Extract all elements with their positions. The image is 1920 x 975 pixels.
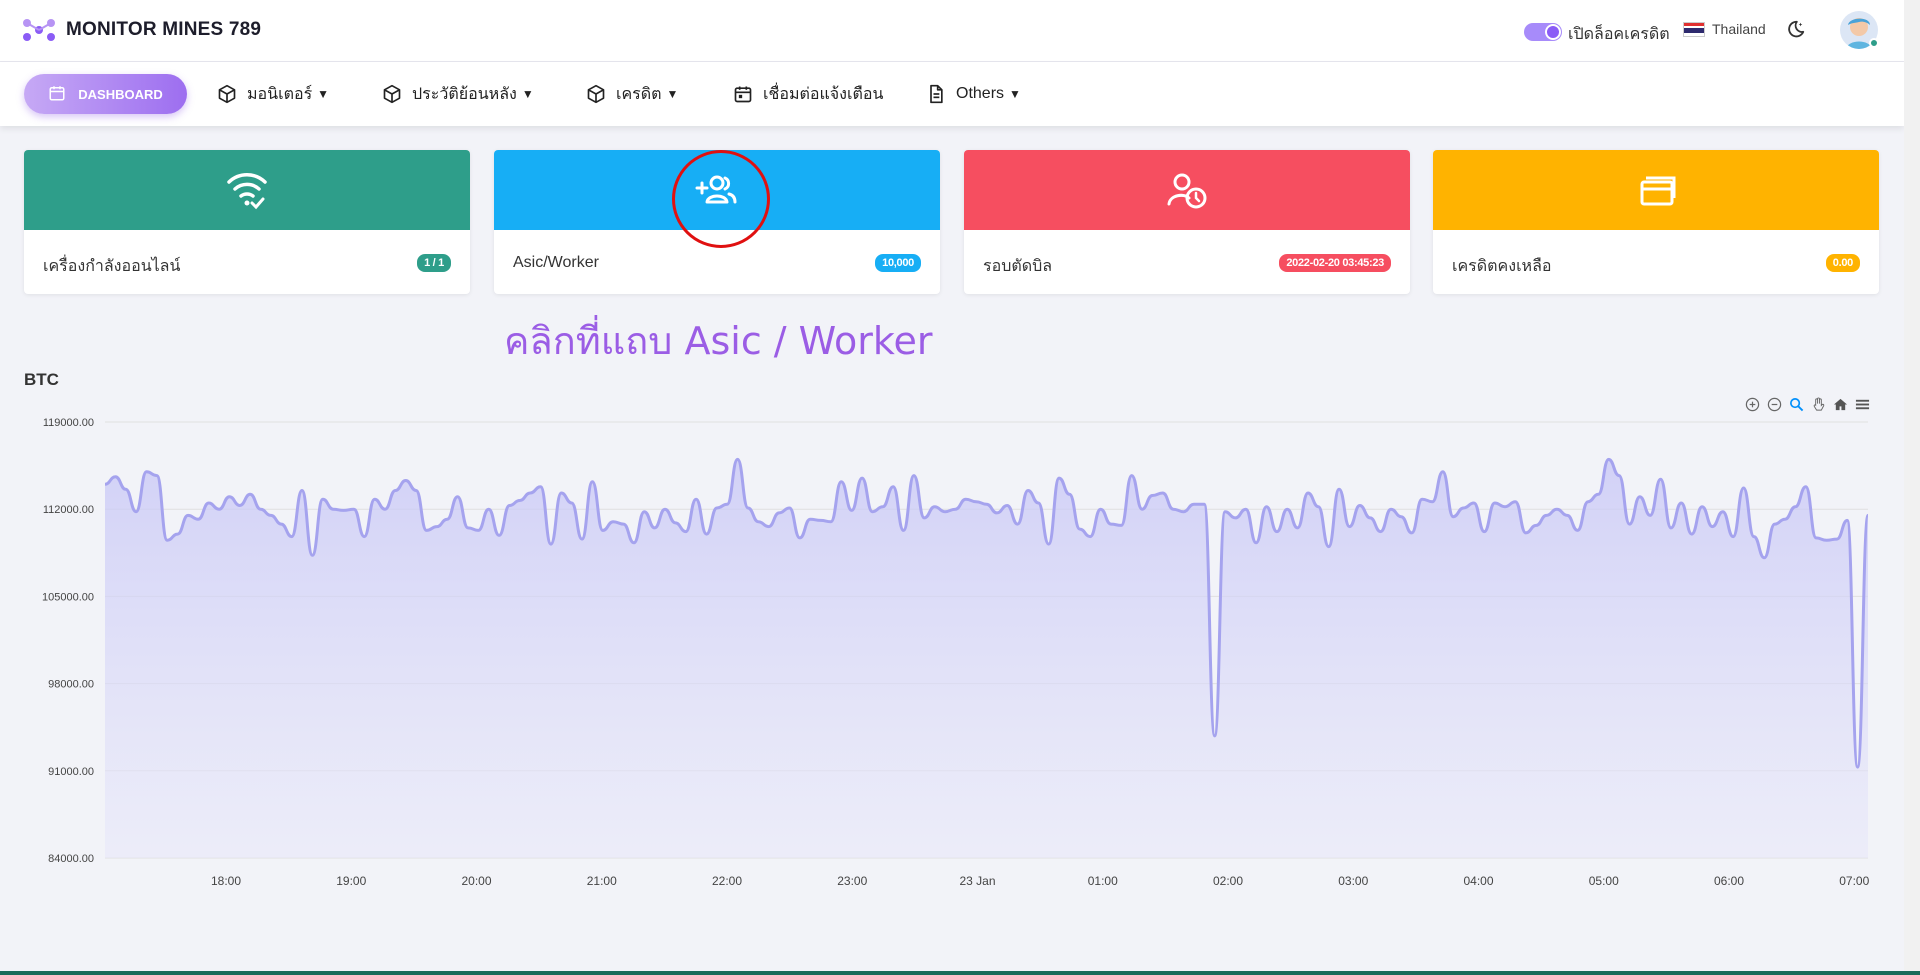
x-tick-label: 04:00 — [1463, 874, 1493, 888]
calendar-icon — [48, 84, 68, 104]
chevron-down-icon: ▼ — [317, 87, 330, 101]
toggle-knob — [1545, 24, 1561, 40]
bottom-edge — [0, 971, 1920, 975]
card-badge: 10,000 — [875, 254, 921, 272]
y-tick-label: 105000.00 — [42, 591, 94, 603]
thailand-flag-icon[interactable] — [1683, 22, 1705, 37]
card-header — [24, 150, 470, 230]
brand-name[interactable]: MONITOR MINES 789 — [66, 19, 261, 41]
nav-monitor[interactable]: มอนิเตอร์ ▼ — [217, 74, 329, 114]
user-clock-icon — [1167, 173, 1207, 209]
card-header — [1433, 150, 1879, 230]
x-tick-label: 07:00 — [1839, 874, 1869, 888]
nav-notify-label: เชื่อมต่อแจ้งเตือน — [763, 85, 884, 103]
document-icon — [926, 84, 946, 104]
card-credit-balance[interactable]: เครดิตคงเหลือ 0.00 — [1433, 150, 1879, 294]
x-tick-label: 06:00 — [1714, 874, 1744, 888]
credit-lock-label: เปิดล็อคเครดิต — [1568, 26, 1670, 43]
y-tick-label: 91000.00 — [48, 766, 94, 778]
nav-credit[interactable]: เครดิต ▼ — [586, 74, 678, 114]
top-bar: MONITOR MINES 789 เปิดล็อคเครดิต Thailan… — [0, 0, 1904, 62]
cards-icon — [1640, 176, 1676, 206]
box-icon — [217, 84, 237, 104]
x-tick-label: 23 Jan — [959, 874, 995, 888]
instruction-annotation: คลิกที่แถบ Asic / Worker — [504, 319, 933, 363]
y-tick-label: 98000.00 — [48, 679, 94, 691]
x-tick-label: 23:00 — [837, 874, 867, 888]
main-navbar: DASHBOARD มอนิเตอร์ ▼ ประวัติย้อนหลัง ▼ … — [0, 62, 1904, 126]
y-tick-label: 112000.00 — [43, 504, 94, 516]
btc-price-chart: 119000.00 112000.00 105000.00 98000.00 91000… — [42, 417, 1870, 888]
nav-history[interactable]: ประวัติย้อนหลัง ▼ — [382, 74, 534, 114]
x-tick-label: 18:00 — [211, 874, 241, 888]
nav-monitor-label: มอนิเตอร์ — [247, 85, 313, 103]
nav-others[interactable]: Others ▼ — [926, 74, 1021, 114]
x-tick-label: 19:00 — [336, 874, 366, 888]
card-label: เครื่องกำลังออนไลน์ — [43, 258, 181, 275]
x-tick-label: 05:00 — [1589, 874, 1619, 888]
language-selector[interactable]: Thailand — [1712, 21, 1766, 37]
card-badge: 2022-02-20 03:45:23 — [1279, 254, 1391, 272]
card-online-machines[interactable]: เครื่องกำลังออนไลน์ 1 / 1 — [24, 150, 470, 294]
nav-dashboard-label: DASHBOARD — [78, 86, 163, 102]
x-tick-label: 02:00 — [1213, 874, 1243, 888]
wifi-check-icon — [227, 173, 267, 210]
y-tick-label: 84000.00 — [48, 853, 94, 865]
box-icon — [586, 84, 606, 104]
card-label: รอบตัดบิล — [983, 258, 1053, 275]
card-badge: 0.00 — [1825, 254, 1860, 272]
card-billing-cycle[interactable]: รอบตัดบิล 2022-02-20 03:45:23 — [964, 150, 1410, 294]
card-label: เครดิตคงเหลือ — [1452, 258, 1552, 275]
y-tick-label: 119000.00 — [43, 417, 94, 429]
x-tick-label: 03:00 — [1338, 874, 1368, 888]
x-tick-label: 22:00 — [712, 874, 742, 888]
calendar-icon — [733, 84, 753, 104]
card-label: Asic/Worker — [513, 254, 599, 271]
nav-notify[interactable]: เชื่อมต่อแจ้งเตือน — [733, 74, 883, 114]
chart-title: BTC — [24, 370, 59, 389]
app-logo-icon — [23, 19, 55, 41]
x-tick-label: 20:00 — [461, 874, 491, 888]
x-tick-label: 21:00 — [587, 874, 617, 888]
nav-credit-label: เครดิต — [616, 85, 662, 103]
page-scrollbar[interactable] — [1904, 0, 1920, 971]
card-header — [964, 150, 1410, 230]
chevron-down-icon: ▼ — [521, 87, 534, 101]
nav-others-label: Others — [956, 85, 1005, 102]
nav-dashboard[interactable]: DASHBOARD — [24, 74, 187, 114]
dark-mode-icon[interactable] — [1784, 19, 1806, 41]
chevron-down-icon: ▼ — [1009, 87, 1021, 101]
chevron-down-icon: ▼ — [666, 87, 679, 101]
online-status-dot — [1869, 38, 1879, 48]
box-icon — [382, 84, 402, 104]
credit-lock-toggle[interactable] — [1524, 23, 1562, 41]
card-badge: 1 / 1 — [417, 254, 451, 272]
highlight-circle-annotation — [672, 150, 770, 248]
x-tick-label: 01:00 — [1088, 874, 1118, 888]
nav-history-label: ประวัติย้อนหลัง — [412, 85, 517, 103]
